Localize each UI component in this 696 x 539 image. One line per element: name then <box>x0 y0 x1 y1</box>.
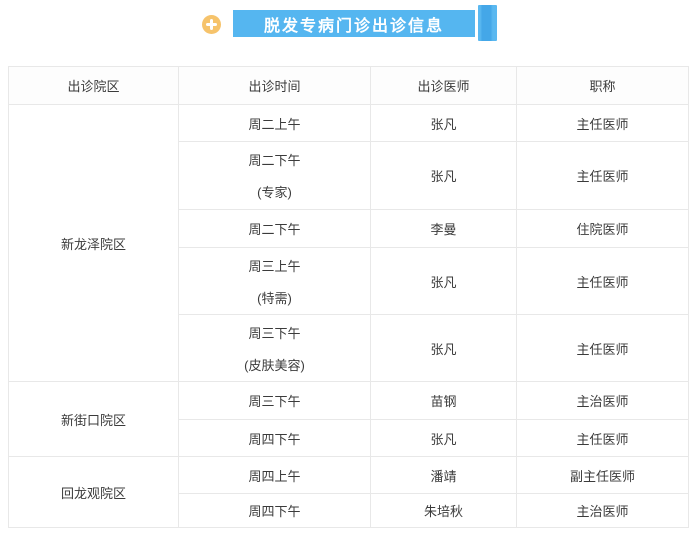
title-cell: 主治医师 <box>516 493 689 528</box>
column-header-time: 出诊时间 <box>178 66 371 105</box>
doctor-cell: 苗钢 <box>370 381 517 420</box>
plus-icon <box>202 15 221 34</box>
campus-cell: 回龙观院区 <box>8 456 179 528</box>
time-cell: 周二下午 <box>178 209 371 248</box>
column-header-title: 职称 <box>516 66 689 105</box>
table-row: 新龙泽院区 周二上午 张凡 主任医师 <box>8 104 689 382</box>
doctor-cell: 潘靖 <box>370 456 517 494</box>
title-cell: 主任医师 <box>516 419 689 457</box>
doctor-cell: 张凡 <box>370 419 517 457</box>
campus-cell: 新龙泽院区 <box>8 104 179 382</box>
doctor-cell: 朱培秋 <box>370 493 517 528</box>
title-cell: 住院医师 <box>516 209 689 248</box>
title-cell: 主任医师 <box>516 141 689 210</box>
time-cell: 周四下午 <box>178 419 371 457</box>
time-cell: 周三下午 (皮肤美容) <box>178 314 371 382</box>
title-cell: 主治医师 <box>516 381 689 420</box>
doctor-cell: 张凡 <box>370 247 517 315</box>
time-cell: 周四上午 <box>178 456 371 494</box>
title-cell: 主任医师 <box>516 314 689 382</box>
column-header-campus: 出诊院区 <box>8 66 179 105</box>
time-cell: 周二下午 (专家) <box>178 141 371 210</box>
doctor-cell: 张凡 <box>370 314 517 382</box>
title-cell: 副主任医师 <box>516 456 689 494</box>
page-title: 脱发专病门诊出诊信息 <box>233 10 475 37</box>
campus-cell: 新街口院区 <box>8 381 179 457</box>
table-header-row: 出诊院区 出诊时间 出诊医师 职称 <box>8 66 689 105</box>
title-cell: 主任医师 <box>516 104 689 142</box>
doctor-cell: 张凡 <box>370 141 517 210</box>
page-header: 脱发专病门诊出诊信息 <box>0 0 696 48</box>
column-header-doctor: 出诊医师 <box>370 66 517 105</box>
clinic-schedule-table: 出诊院区 出诊时间 出诊医师 职称 新龙泽院区 周二上午 张凡 主任医师 周二下… <box>8 66 689 528</box>
time-cell: 周二上午 <box>178 104 371 142</box>
ribbon-tail-icon <box>478 5 497 41</box>
table-row: 回龙观院区 周四上午 潘靖 副主任医师 <box>8 456 689 528</box>
title-cell: 主任医师 <box>516 247 689 315</box>
table-row: 新街口院区 周三下午 苗钢 主治医师 <box>8 381 689 457</box>
doctor-cell: 李曼 <box>370 209 517 248</box>
time-cell: 周四下午 <box>178 493 371 528</box>
time-cell: 周三上午 (特需) <box>178 247 371 315</box>
time-cell: 周三下午 <box>178 381 371 420</box>
doctor-cell: 张凡 <box>370 104 517 142</box>
